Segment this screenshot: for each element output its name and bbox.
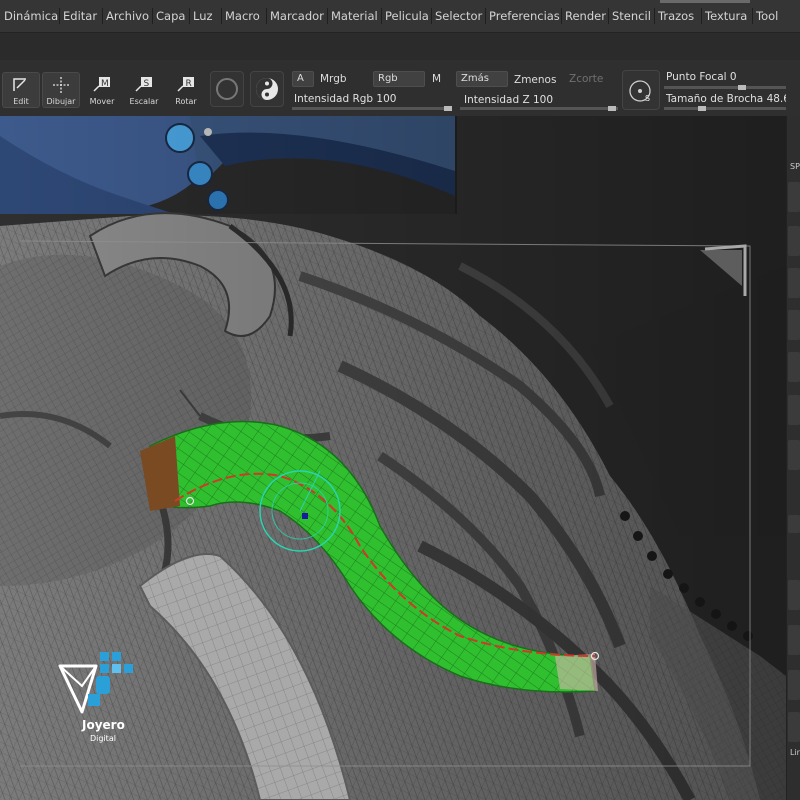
right-tray-button-11[interactable]	[788, 670, 800, 700]
logo-text-joyero: Joyero	[82, 718, 125, 732]
menu-separator	[561, 8, 562, 24]
right-tray-button-5[interactable]	[788, 352, 800, 382]
menu-separator	[189, 8, 190, 24]
menu-separator	[152, 8, 153, 24]
move-label: Mover	[89, 97, 115, 106]
brush-cursor	[259, 470, 341, 552]
menu-item-macro[interactable]: Macro	[225, 9, 260, 23]
right-tray-label-sp: SP	[790, 162, 800, 171]
rotate-button[interactable]: R Rotar	[168, 76, 204, 106]
menu-separator	[654, 8, 655, 24]
menu-separator	[485, 8, 486, 24]
brush-size-slider[interactable]	[664, 107, 786, 110]
brush-size-knob[interactable]	[698, 106, 706, 111]
svg-text:S: S	[144, 79, 150, 89]
stroke-type-button[interactable]	[250, 71, 284, 107]
top-slider[interactable]	[660, 0, 750, 3]
menu-separator	[701, 8, 702, 24]
focal-shift-label: Punto Focal 0	[666, 71, 737, 83]
z-intensity-label: Intensidad Z 100	[464, 94, 554, 106]
draw-icon	[53, 77, 69, 93]
menu-separator	[752, 8, 753, 24]
mrgb-toggle[interactable]: Mrgb	[320, 73, 347, 85]
menu-separator	[266, 8, 267, 24]
menu-item-selector[interactable]: Selector	[435, 9, 482, 23]
menu-item-material[interactable]: Material	[331, 9, 378, 23]
right-tray-button-6[interactable]	[788, 395, 800, 425]
svg-text:M: M	[101, 79, 109, 89]
edit-label: Edit	[13, 97, 29, 106]
menu-item-textura[interactable]: Textura	[705, 9, 747, 23]
right-tray-button-9[interactable]	[788, 580, 800, 610]
right-tray-button-4[interactable]	[788, 310, 800, 340]
menu-separator	[608, 8, 609, 24]
svg-text:R: R	[186, 79, 192, 89]
menu-item-archivo[interactable]: Archivo	[106, 9, 149, 23]
draw-button[interactable]: Dibujar	[42, 72, 80, 108]
brush-circle-icon	[216, 78, 238, 100]
brush-preview-button[interactable]	[210, 71, 244, 107]
right-tray-button-8[interactable]	[788, 515, 800, 533]
menu-item-stencil[interactable]: Stencil	[612, 9, 651, 23]
menu-item-marcador[interactable]: Marcador	[270, 9, 324, 23]
right-tray-button-7[interactable]	[788, 440, 800, 470]
svg-text:S: S	[645, 94, 650, 103]
yin-yang-icon	[256, 78, 278, 100]
rgb-intensity-knob[interactable]	[444, 106, 452, 111]
z-intensity-knob[interactable]	[608, 106, 616, 111]
rgb-intensity-slider[interactable]	[292, 107, 452, 110]
menu-separator	[381, 8, 382, 24]
logo-text-digital: Digital	[90, 734, 116, 743]
zadd-toggle[interactable]: Zmás	[456, 71, 508, 87]
menu-item-luz[interactable]: Luz	[193, 9, 213, 23]
move-button[interactable]: M Mover	[84, 76, 120, 106]
menu-item-render[interactable]: Render	[565, 9, 606, 23]
edit-button[interactable]: Edit	[2, 72, 40, 108]
canvas-viewport[interactable]	[0, 116, 786, 800]
move-icon: M	[93, 77, 110, 92]
edit-icon	[13, 78, 26, 91]
lazy-mouse-button[interactable]: S	[622, 70, 660, 110]
right-tray-label-lin: Lin	[790, 748, 800, 757]
scale-icon: S	[135, 77, 152, 92]
menu-item-dinamica[interactable]: Dinámica	[4, 9, 58, 23]
right-tray-button-3[interactable]	[788, 268, 800, 298]
menu-item-trazos[interactable]: Trazos	[658, 9, 694, 23]
menu-separator	[59, 8, 60, 24]
menu-item-editar[interactable]: Editar	[63, 9, 97, 23]
rotate-label: Rotar	[175, 97, 197, 106]
menu-item-preferencias[interactable]: Preferencias	[489, 9, 560, 23]
scale-label: Escalar	[129, 97, 159, 106]
scale-button[interactable]: S Escalar	[126, 76, 162, 106]
a-toggle[interactable]: A	[292, 71, 314, 87]
right-tray-button-10[interactable]	[788, 625, 800, 655]
rgb-toggle[interactable]: Rgb	[373, 71, 425, 87]
m-toggle[interactable]: M	[432, 73, 441, 85]
menu-item-tool[interactable]: Tool	[756, 9, 778, 23]
zcut-toggle[interactable]: Zcorte	[569, 73, 603, 85]
right-tray-button-1[interactable]	[788, 182, 800, 212]
right-tray-button-2[interactable]	[788, 226, 800, 256]
menu-separator	[431, 8, 432, 24]
draw-label: Dibujar	[46, 97, 76, 106]
menu-separator	[327, 8, 328, 24]
menu-separator	[221, 8, 222, 24]
z-intensity-slider[interactable]	[460, 107, 618, 110]
menu-separator	[102, 8, 103, 24]
right-tray-button-12[interactable]	[788, 712, 800, 742]
menu-item-capa[interactable]: Capa	[156, 9, 185, 23]
focal-icon: S	[629, 80, 651, 103]
zsub-toggle[interactable]: Zmenos	[514, 74, 556, 86]
menu-bar: Dinámica Editar Archivo Capa Luz Macro Marcado…	[0, 0, 800, 33]
brush-size-label: Tamaño de Brocha 48.6468	[666, 93, 786, 105]
menu-item-pelicula[interactable]: Pelicula	[385, 9, 429, 23]
focal-shift-knob[interactable]	[738, 85, 746, 90]
focal-shift-slider[interactable]	[664, 86, 786, 89]
joyero-digital-logo-icon	[58, 652, 133, 714]
rgb-intensity-label: Intensidad Rgb 100	[294, 93, 397, 105]
rotate-icon: R	[177, 77, 194, 92]
